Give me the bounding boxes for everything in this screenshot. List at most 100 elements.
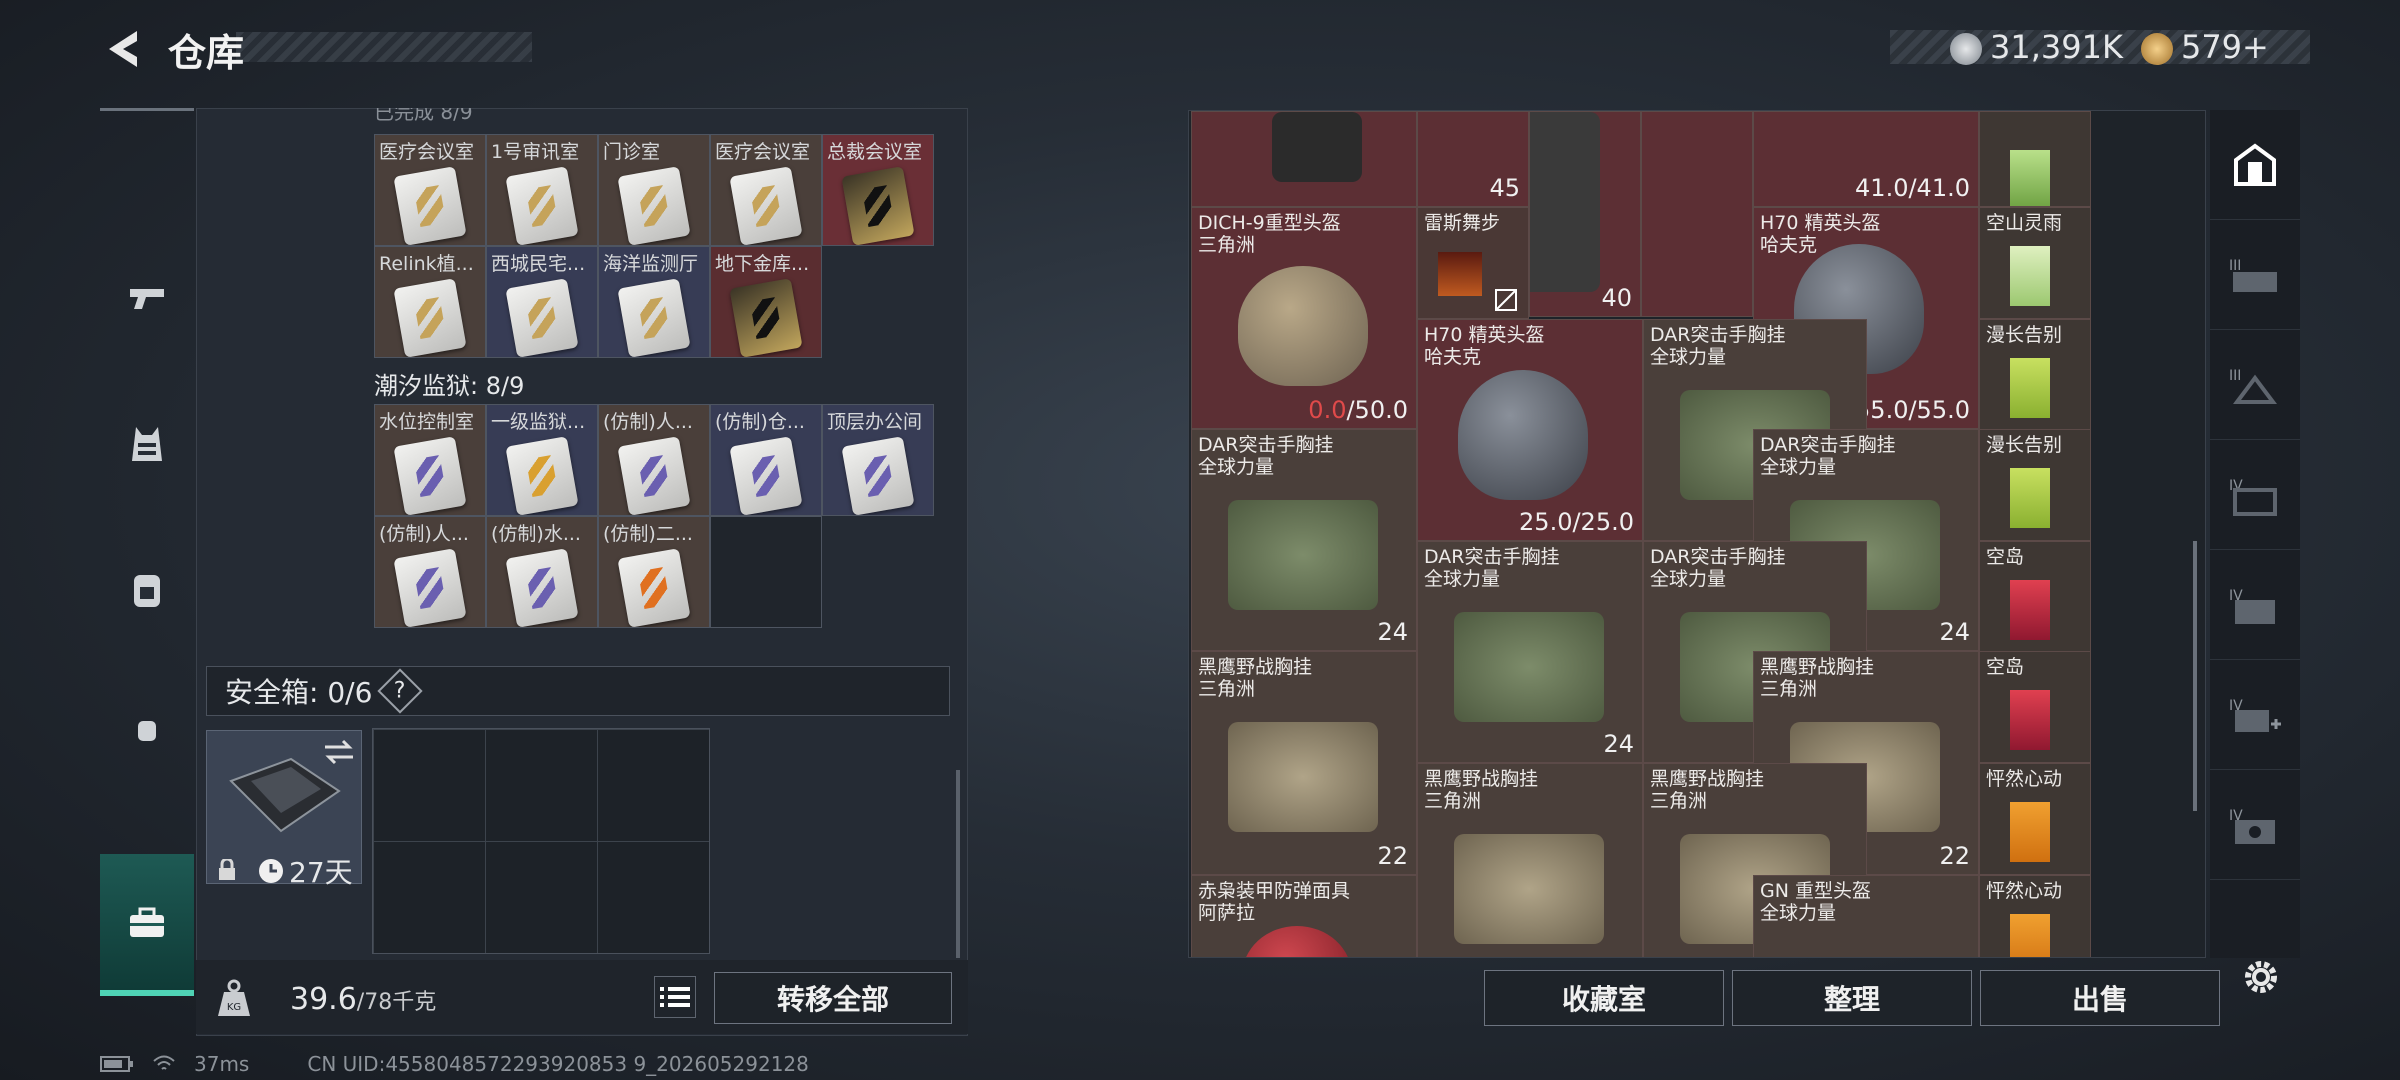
swap-icon[interactable] <box>323 739 355 765</box>
list-view-button[interactable] <box>654 976 696 1018</box>
safebox-grid[interactable] <box>372 728 710 954</box>
keycard-slot[interactable]: 1号审讯室 <box>486 134 598 246</box>
inventory-item[interactable]: 漫长告别 <box>1979 319 2091 431</box>
keycard-icon <box>393 548 467 627</box>
vest-item-icon <box>1228 500 1378 610</box>
empty-slot[interactable] <box>710 516 822 628</box>
nav-top-line <box>100 108 194 112</box>
keycard-icon <box>729 436 803 515</box>
keycard-slot[interactable]: 医疗会议室 <box>710 134 822 246</box>
inventory-grid: 45 40 41.0/41.0 DICH-9重型头盔 三角洲 0.0/50.0 … <box>1191 111 2203 957</box>
keycard-slot[interactable]: 水位控制室 <box>374 404 486 516</box>
gold-keycard-icon <box>841 166 915 245</box>
keycard-slot[interactable]: (仿制)二... <box>598 516 710 628</box>
keycard-slot[interactable]: 门诊室 <box>598 134 710 246</box>
left-scrollbar[interactable] <box>956 770 960 958</box>
sell-button[interactable]: 出售 <box>1980 970 2220 1026</box>
inventory-item[interactable]: 黑鹰野战胸挂 三角洲 <box>1417 763 1643 957</box>
level-iv-tab[interactable]: IV <box>2210 440 2300 550</box>
collection-button[interactable]: 收藏室 <box>1484 970 1724 1026</box>
keycard-slot[interactable]: (仿制)水... <box>486 516 598 628</box>
level-iv-c-icon: IV <box>2229 808 2275 844</box>
inventory-item[interactable] <box>1191 111 1417 207</box>
keycard-slot[interactable]: Relink植... <box>374 246 486 358</box>
keycard-slot[interactable]: 医疗会议室 <box>374 134 486 246</box>
drink-icon <box>2010 358 2050 418</box>
inventory-item[interactable]: 怦然心动 <box>1979 875 2091 957</box>
inventory-item[interactable]: DAR突击手胸挂 全球力量 24 <box>1191 429 1417 651</box>
keycard-slot[interactable]: 西城民宅... <box>486 246 598 358</box>
keycard-icon <box>841 436 915 515</box>
nav-safebox-active[interactable] <box>100 854 194 996</box>
gear-icon[interactable] <box>2238 954 2284 1000</box>
level-iii-tab[interactable]: III <box>2210 220 2300 330</box>
drink-icon <box>2010 690 2050 750</box>
keycard-slot[interactable]: 总裁会议室 <box>822 134 934 246</box>
keycard-slot[interactable]: (仿制)仓... <box>710 404 822 516</box>
nav-backpacks[interactable] <box>100 540 194 640</box>
inventory-item[interactable]: 空岛 <box>1979 541 2091 653</box>
gold-coin-icon <box>2140 33 2173 65</box>
level-iv-add-tab[interactable]: IV <box>2210 660 2300 770</box>
level-iv-c-tab[interactable]: IV <box>2210 770 2300 880</box>
keycard-slot[interactable]: 顶层办公间 <box>822 404 934 516</box>
keycard-slot[interactable]: (仿制)人... <box>598 404 710 516</box>
pistol-icon <box>130 289 164 309</box>
keycard-slot[interactable]: (仿制)人... <box>374 516 486 628</box>
title-decoration <box>236 32 532 62</box>
level-iii-b-icon: III <box>2229 368 2277 404</box>
battery-icon <box>100 1056 133 1072</box>
keycard-icon <box>393 278 467 357</box>
inventory-item[interactable]: 黑鹰野战胸挂 三角洲 22 <box>1191 651 1417 875</box>
level-iv-b-tab[interactable]: IV <box>2210 550 2300 660</box>
keycard-icon <box>505 548 579 627</box>
keycard-slot[interactable]: 海洋监测厅 <box>598 246 710 358</box>
inventory-item[interactable] <box>1979 111 2091 207</box>
inventory-scrollbar[interactable] <box>2193 541 2197 811</box>
inventory-item[interactable]: 40 <box>1529 111 1641 317</box>
organize-button[interactable]: 整理 <box>1732 970 1972 1026</box>
nav-pouches[interactable] <box>100 680 194 780</box>
back-arrow-icon <box>109 31 137 67</box>
inventory-item[interactable]: 雷斯舞步 <box>1417 207 1529 319</box>
weight-icon: KG <box>218 979 250 1016</box>
inventory-item[interactable]: 漫长告别 <box>1979 429 2091 541</box>
clock-icon <box>259 859 283 883</box>
inventory-item[interactable]: 45 <box>1417 111 1529 207</box>
inventory-item[interactable]: 空岛 <box>1979 651 2091 763</box>
inventory-item[interactable]: 空山灵雨 <box>1979 207 2091 319</box>
currency-bar: 31,391K 579+ <box>1890 28 2310 66</box>
drink-icon <box>2010 246 2050 306</box>
level-iv-b-icon: IV <box>2229 588 2275 624</box>
help-icon[interactable]: ? <box>377 668 424 714</box>
inventory-item[interactable] <box>1641 111 1753 317</box>
currency-silver[interactable]: 31,391K <box>1950 28 2123 66</box>
inventory-item[interactable]: 赤枭装甲防弹面具 阿萨拉 <box>1191 875 1417 957</box>
profile-icon <box>2234 143 2276 186</box>
nav-weapons[interactable] <box>100 248 194 348</box>
keycard-slot[interactable]: 一级监狱... <box>486 404 598 516</box>
inventory-item[interactable]: DAR突击手胸挂 全球力量 24 <box>1417 541 1643 763</box>
safebox-item[interactable]: 27天 <box>206 730 362 889</box>
inventory-item[interactable]: 怦然心动 <box>1979 763 2091 875</box>
helmet-icon <box>1238 266 1368 386</box>
keycard-slot[interactable]: 地下金库... <box>710 246 822 358</box>
inventory-item[interactable]: GN 重型头盔 全球力量 <box>1753 875 1979 957</box>
currency-gold[interactable]: 579+ <box>2140 28 2269 66</box>
keycard-icon <box>617 548 691 627</box>
profile-tab[interactable] <box>2210 110 2300 220</box>
keycard-row-1: 医疗会议室 1号审讯室 门诊室 医疗会议室 总裁会议室 <box>374 134 934 246</box>
nav-vests[interactable] <box>100 394 194 494</box>
keycard-icon <box>505 436 579 515</box>
inventory-item[interactable]: H70 精英头盔 哈夫克 25.0/25.0 <box>1417 319 1643 541</box>
no-trade-icon <box>1495 289 1517 311</box>
page-title: 仓库 <box>168 31 245 75</box>
inventory-item[interactable]: 41.0/41.0 <box>1753 111 1979 207</box>
back-button[interactable] <box>98 26 148 72</box>
level-iii-b-tab[interactable]: III <box>2210 330 2300 440</box>
transfer-all-button[interactable]: 转移全部 <box>714 972 952 1024</box>
keycard-row-3: 水位控制室 一级监狱... (仿制)人... (仿制)仓... 顶层办公间 <box>374 404 934 516</box>
status-bar: 37ms CN UID:4558048572293920853 9_202605… <box>100 1052 809 1076</box>
inventory-item[interactable]: DICH-9重型头盔 三角洲 0.0/50.0 <box>1191 207 1417 429</box>
keycard-icon <box>505 166 579 245</box>
